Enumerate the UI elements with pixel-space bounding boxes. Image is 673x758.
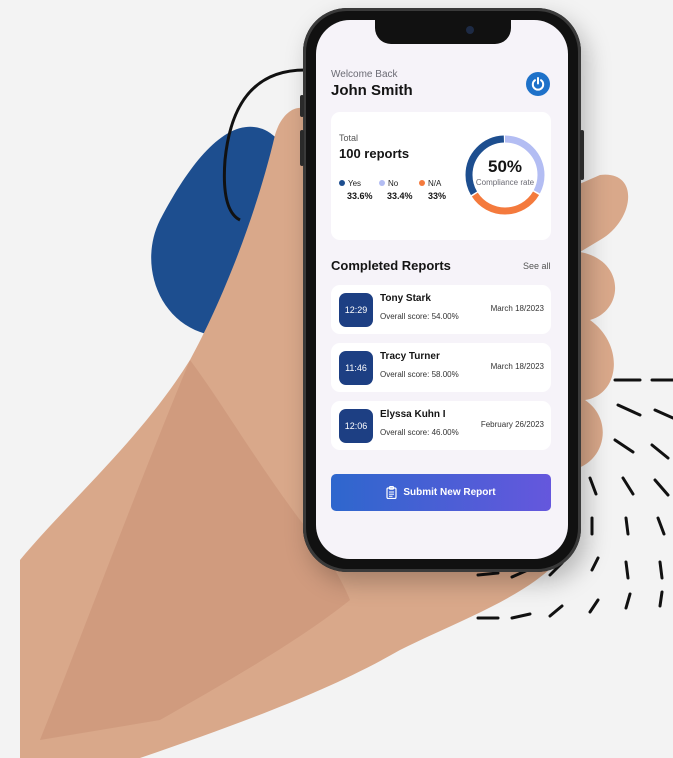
legend-label: No xyxy=(388,179,399,188)
legend-dot xyxy=(419,180,425,186)
legend-dot xyxy=(379,180,385,186)
report-name: Elyssa Kuhn I xyxy=(380,409,446,420)
legend-na: N/A xyxy=(419,179,441,188)
report-time: 12:06 xyxy=(339,409,373,443)
logout-button[interactable] xyxy=(526,72,550,96)
legend-no: No xyxy=(379,179,398,188)
report-date: March 18/2023 xyxy=(490,362,544,371)
phone-camera xyxy=(466,26,474,34)
compliance-percent: 50% xyxy=(487,157,523,176)
summary-card: Total 100 reports Yes No N/A 33.6% 33.4%… xyxy=(331,112,551,240)
legend-yes: Yes xyxy=(339,179,361,188)
report-item[interactable]: 12:29 Tony Stark Overall score: 54.00% M… xyxy=(331,285,551,334)
completed-reports-title: Completed Reports xyxy=(331,258,451,273)
total-value: 100 reports xyxy=(339,146,410,161)
clipboard-icon xyxy=(386,486,397,499)
legend-label: Yes xyxy=(348,179,362,188)
welcome-text: Welcome Back xyxy=(331,69,398,80)
report-date: March 18/2023 xyxy=(490,304,544,313)
report-item[interactable]: 11:46 Tracy Turner Overall score: 58.00%… xyxy=(331,343,551,392)
power-icon xyxy=(531,77,545,91)
legend-value-na: 33% xyxy=(428,191,447,201)
submit-new-report-button[interactable]: Submit New Report xyxy=(331,474,551,511)
phone-side-button xyxy=(300,95,304,117)
see-all-link[interactable]: See all xyxy=(523,261,551,271)
report-item[interactable]: 12:06 Elyssa Kuhn I Overall score: 46.00… xyxy=(331,401,551,450)
phone-volume-up xyxy=(300,130,304,166)
report-name: Tony Stark xyxy=(380,293,431,304)
phone-notch xyxy=(375,20,511,44)
legend-value-no: 33.4% xyxy=(387,191,413,201)
submit-label: Submit New Report xyxy=(403,487,496,498)
report-score: Overall score: 46.00% xyxy=(380,428,459,437)
report-time: 12:29 xyxy=(339,293,373,327)
compliance-caption: Compliance rate xyxy=(475,178,535,187)
app-screen: Welcome Back John Smith Total 100 report… xyxy=(316,20,568,559)
legend-dot xyxy=(339,180,345,186)
report-time: 11:46 xyxy=(339,351,373,385)
report-score: Overall score: 54.00% xyxy=(380,312,459,321)
report-score: Overall score: 58.00% xyxy=(380,370,459,379)
user-name: John Smith xyxy=(331,82,413,99)
report-date: February 26/2023 xyxy=(480,420,544,429)
legend-label: N/A xyxy=(428,179,442,188)
legend-value-yes: 33.6% xyxy=(347,191,373,201)
phone-power-side xyxy=(580,130,584,180)
total-label: Total xyxy=(339,133,359,143)
report-name: Tracy Turner xyxy=(380,351,440,362)
